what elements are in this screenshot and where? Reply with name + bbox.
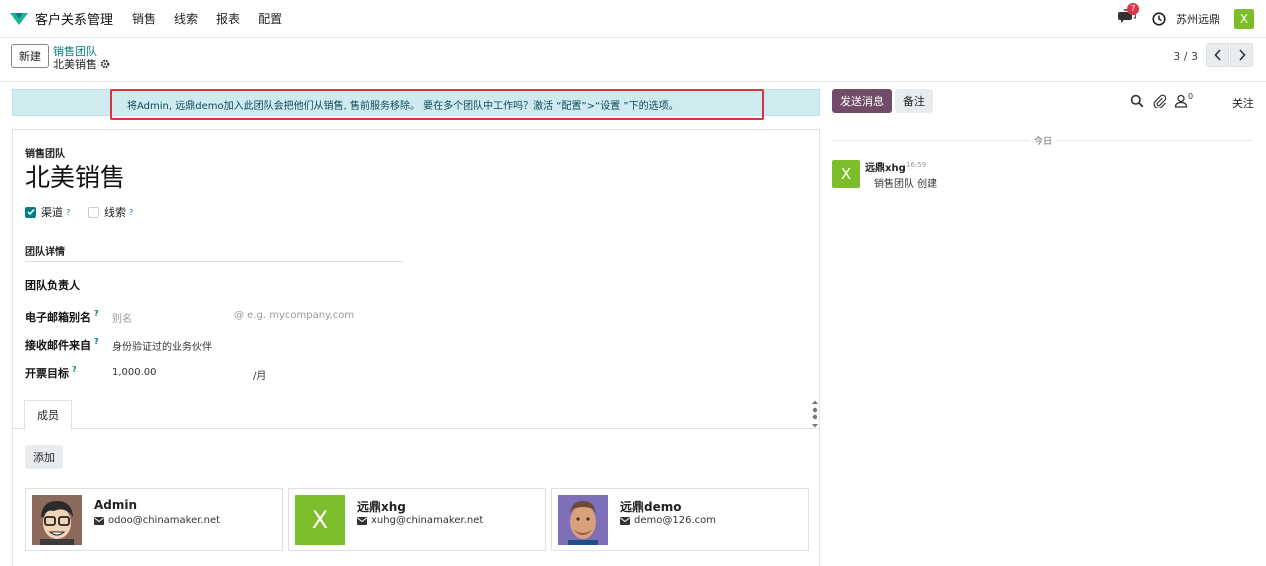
- app-name[interactable]: 客户关系管理: [35, 9, 113, 28]
- log-note-button[interactable]: 备注: [895, 89, 933, 113]
- activity-clock-icon[interactable]: [1152, 12, 1166, 26]
- checkmark-icon: [26, 208, 35, 216]
- member-email-text: xuhg@chinamaker.net: [371, 515, 484, 526]
- member-email: demo@126.com: [620, 515, 716, 526]
- help-icon[interactable]: ?: [66, 208, 70, 217]
- new-button[interactable]: 新建: [11, 44, 49, 68]
- member-name: Admin: [94, 498, 138, 512]
- message-time: 16:59: [906, 161, 927, 169]
- company-switcher[interactable]: 苏州远鼎: [1176, 11, 1220, 27]
- menu-sales[interactable]: 销售: [132, 10, 156, 27]
- checkbox-leads-label: 线索: [104, 206, 126, 219]
- pager-value[interactable]: 3 / 3: [1173, 50, 1198, 63]
- envelope-icon: [620, 516, 630, 525]
- email-alias-label: 电子邮箱别名?: [25, 309, 99, 325]
- scroll-handle-icon[interactable]: [811, 400, 819, 428]
- leader-label: 团队负责人: [25, 279, 80, 292]
- breadcrumb-current: 北美销售: [53, 56, 110, 72]
- message-author-avatar[interactable]: X: [832, 160, 860, 188]
- follow-button[interactable]: 关注: [1232, 95, 1254, 111]
- search-icon[interactable]: [1130, 94, 1144, 108]
- help-icon[interactable]: ?: [94, 309, 99, 318]
- member-name: 远鼎xhg: [357, 500, 406, 514]
- main-menu: 销售 线索 报表 配置: [123, 10, 291, 27]
- crm-logo-icon[interactable]: [9, 11, 29, 27]
- member-card[interactable]: 远鼎demo demo@126.com: [551, 488, 809, 551]
- chevron-left-icon: [1213, 49, 1221, 61]
- checkbox-leads[interactable]: 线索?: [88, 204, 133, 220]
- follower-count: 0: [1188, 92, 1194, 101]
- member-avatar: [32, 495, 82, 545]
- info-alert: 将Admin, 远鼎demo加入此团队会把他们从销售, 售前服务移除。 要在多个…: [110, 89, 764, 120]
- notebook-tabs: 成员: [13, 400, 819, 430]
- checkbox-channel[interactable]: 渠道?: [25, 204, 70, 220]
- member-card[interactable]: X 远鼎xhg xuhg@chinamaker.net: [288, 488, 546, 551]
- gear-icon[interactable]: [100, 59, 110, 69]
- checkbox-leads-box[interactable]: [88, 206, 99, 218]
- accept-from-label: 接收邮件来自?: [25, 337, 99, 353]
- message-count-badge: 7: [1127, 3, 1139, 15]
- menu-reports[interactable]: 报表: [216, 10, 240, 27]
- invoice-target-label-text: 开票目标: [25, 367, 69, 380]
- date-separator-label: 今日: [1030, 134, 1057, 147]
- member-avatar: [558, 495, 608, 545]
- breadcrumb-current-label: 北美销售: [53, 58, 97, 71]
- member-email: odoo@chinamaker.net: [94, 515, 220, 526]
- team-name-field[interactable]: 北美销售: [25, 158, 125, 194]
- message-body: 销售团队 创建: [874, 179, 938, 190]
- member-name: 远鼎demo: [620, 500, 682, 514]
- member-avatar: X: [295, 495, 345, 545]
- menu-config[interactable]: 配置: [258, 10, 282, 27]
- messaging-button[interactable]: 7: [1118, 3, 1139, 29]
- pager-previous-button[interactable]: [1206, 43, 1229, 67]
- follower-icon[interactable]: [1174, 94, 1188, 108]
- top-navbar: 客户关系管理 销售 线索 报表 配置 7 苏州远鼎 X: [0, 0, 1266, 38]
- pager-next-button[interactable]: [1230, 43, 1253, 67]
- member-email-text: demo@126.com: [634, 515, 716, 526]
- invoice-target-unit: /月: [253, 371, 267, 382]
- add-member-button[interactable]: 添加: [25, 445, 63, 469]
- invoice-target-input[interactable]: 1,000.00: [112, 367, 157, 378]
- member-email-text: odoo@chinamaker.net: [108, 515, 221, 526]
- user-avatar[interactable]: X: [1234, 9, 1254, 29]
- invoice-target-label: 开票目标?: [25, 365, 77, 381]
- envelope-icon: [94, 516, 104, 525]
- help-icon[interactable]: ?: [72, 365, 77, 374]
- envelope-icon: [357, 516, 367, 525]
- control-panel: 新建 销售团队 北美销售 3 / 3: [0, 38, 1266, 82]
- member-email: xuhg@chinamaker.net: [357, 515, 483, 526]
- paperclip-icon[interactable]: [1153, 94, 1167, 108]
- send-message-button[interactable]: 发送消息: [832, 89, 892, 113]
- message-author[interactable]: 远鼎xhg: [865, 159, 906, 174]
- checkbox-channel-label: 渠道: [41, 206, 63, 219]
- help-icon[interactable]: ?: [129, 208, 133, 217]
- admin-avatar-image: [32, 495, 82, 545]
- email-alias-input[interactable]: 别名: [112, 310, 132, 325]
- tab-members[interactable]: 成员: [24, 400, 72, 430]
- member-card[interactable]: Admin odoo@chinamaker.net: [25, 488, 283, 551]
- menu-leads[interactable]: 线索: [174, 10, 198, 27]
- info-alert-text: 将Admin, 远鼎demo加入此团队会把他们从销售, 售前服务移除。 要在多个…: [127, 101, 679, 112]
- checkbox-channel-box[interactable]: [25, 206, 36, 218]
- accept-from-select[interactable]: 身份验证过的业务伙伴: [112, 338, 212, 353]
- section-team-details: 团队详情: [25, 243, 403, 262]
- email-domain-input[interactable]: @ e.g. mycompany.com: [234, 310, 354, 321]
- email-alias-label-text: 电子邮箱别名: [25, 311, 91, 324]
- form-sheet: 销售团队 北美销售 渠道? 线索? 团队详情 团队负责人 电子邮箱别名? 别名 …: [12, 129, 820, 566]
- help-icon[interactable]: ?: [94, 337, 99, 346]
- accept-from-label-text: 接收邮件来自: [25, 339, 91, 352]
- demo-avatar-image: [558, 495, 608, 545]
- chevron-right-icon: [1238, 49, 1246, 61]
